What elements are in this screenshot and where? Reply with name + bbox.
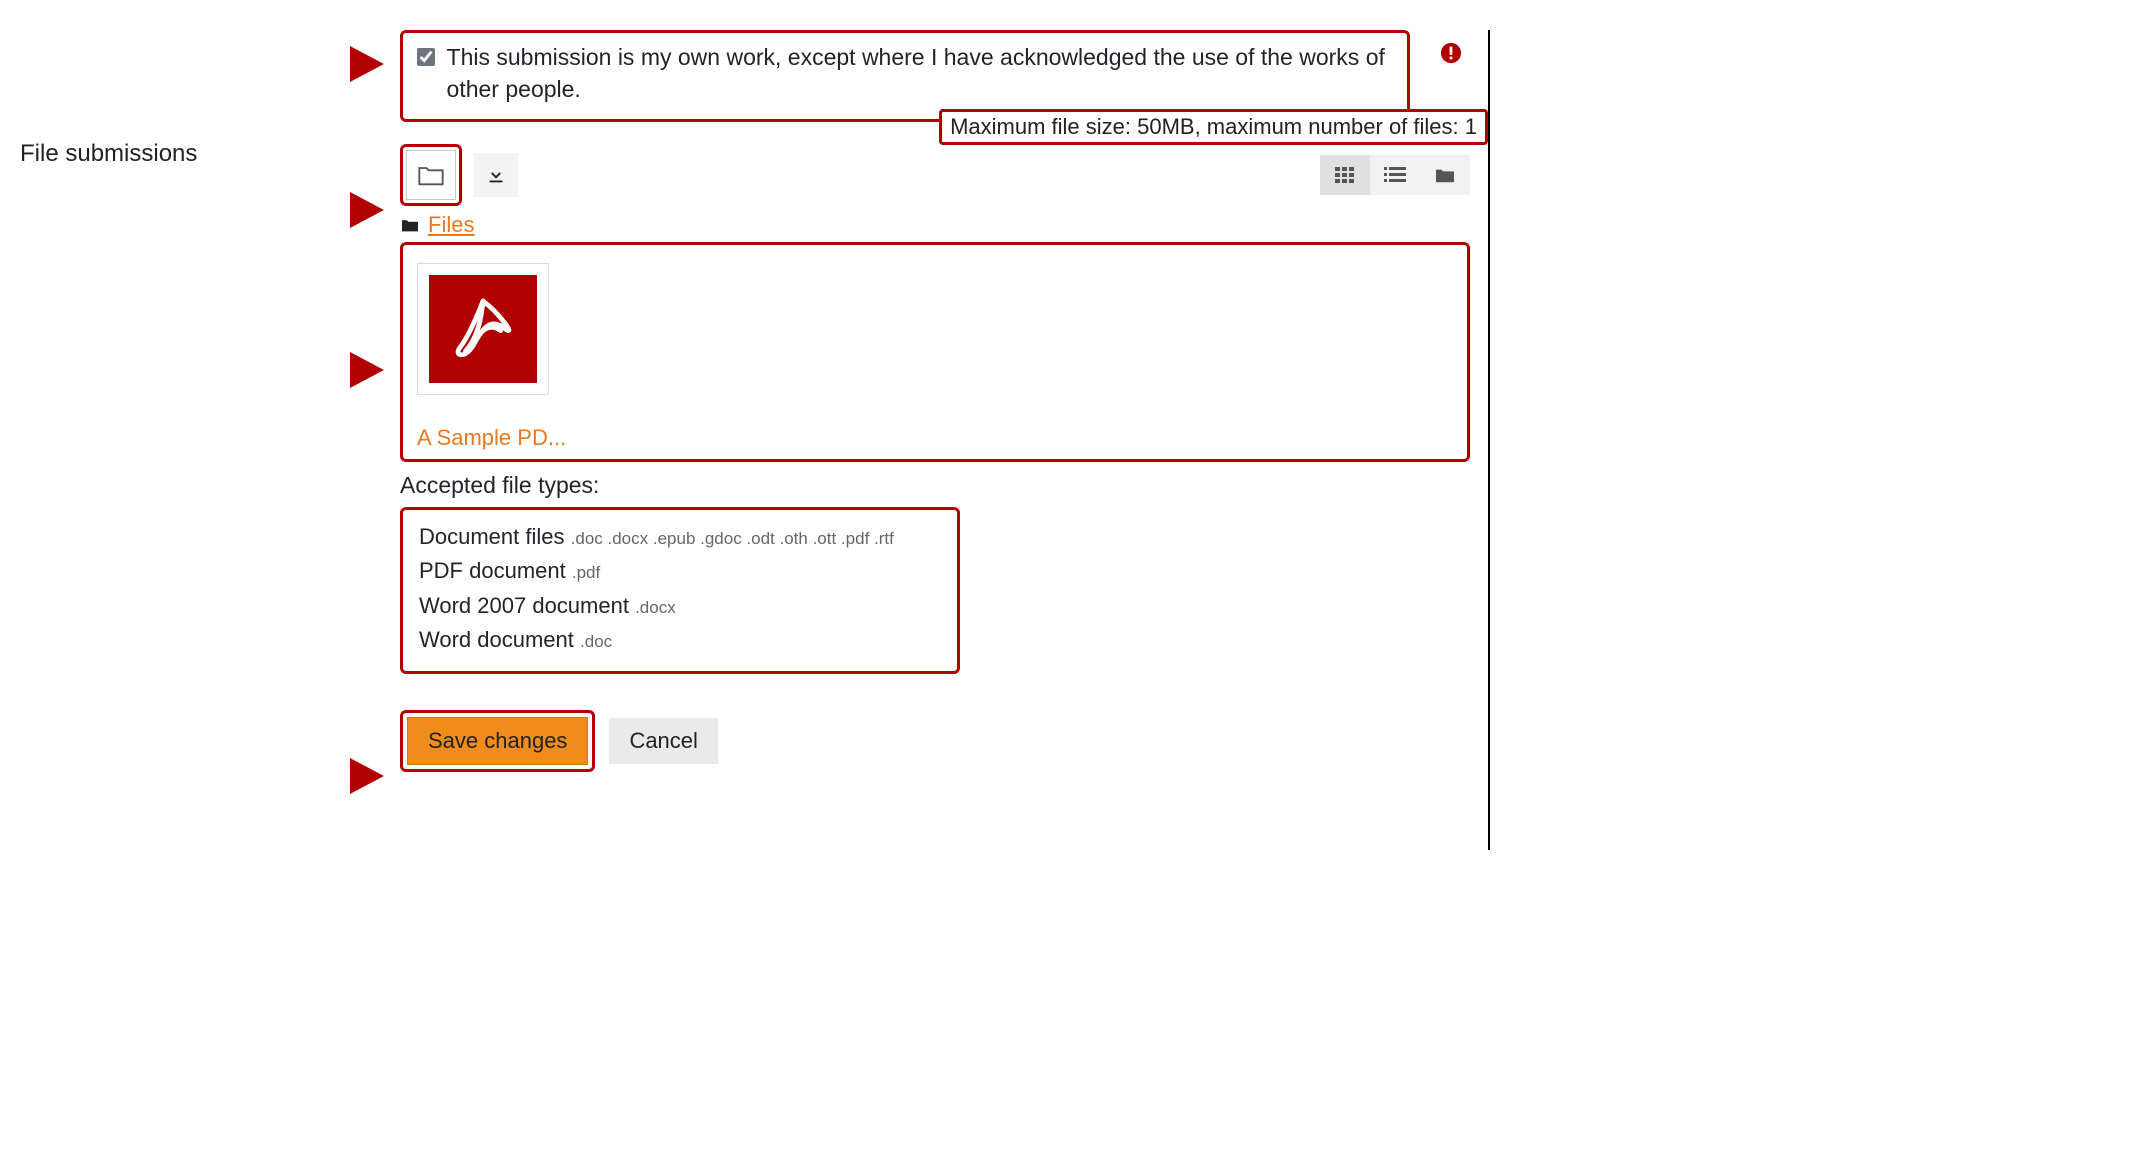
declaration-text: This submission is my own work, except w…	[447, 41, 1393, 105]
accepted-types-box: Document files .doc .docx .epub .gdoc .o…	[400, 507, 960, 673]
section-label: File submissions	[20, 30, 400, 168]
folder-solid-icon	[400, 217, 420, 233]
callout-arrow-icon	[350, 758, 384, 794]
callout-arrow-icon	[350, 192, 384, 228]
view-grid-button[interactable]	[1320, 155, 1370, 195]
cancel-button[interactable]: Cancel	[609, 718, 717, 764]
accepted-type-row: Word document .doc	[419, 623, 941, 657]
download-button[interactable]	[474, 153, 518, 197]
file-limits-text: Maximum file size: 50MB, maximum number …	[939, 109, 1488, 145]
accepted-type-row: Document files .doc .docx .epub .gdoc .o…	[419, 520, 941, 554]
callout-arrow-icon	[350, 352, 384, 388]
folder-solid-icon	[1434, 166, 1456, 184]
accepted-type-row: Word 2007 document .docx	[419, 589, 941, 623]
declaration-checkbox[interactable]	[417, 47, 435, 67]
callout-arrow-icon	[350, 46, 384, 82]
file-item[interactable]: A Sample PD...	[417, 263, 567, 451]
accepted-type-row: PDF document .pdf	[419, 554, 941, 588]
file-toolbar	[400, 144, 1470, 206]
view-tree-button[interactable]	[1420, 155, 1470, 195]
download-icon	[485, 164, 507, 186]
grid-icon	[1335, 167, 1355, 183]
list-icon	[1384, 167, 1406, 183]
file-name: A Sample PD...	[417, 425, 567, 451]
save-button[interactable]: Save changes	[407, 717, 588, 765]
file-drop-area[interactable]: A Sample PD...	[400, 242, 1470, 462]
breadcrumb-files-link[interactable]: Files	[428, 212, 474, 238]
required-icon	[1440, 42, 1462, 64]
pdf-icon	[429, 275, 537, 383]
folder-icon	[417, 163, 445, 187]
add-file-button[interactable]	[406, 150, 456, 200]
view-list-button[interactable]	[1370, 155, 1420, 195]
accepted-types-label: Accepted file types:	[400, 472, 1488, 499]
file-thumbnail	[417, 263, 549, 395]
breadcrumb: Files	[400, 212, 1488, 238]
